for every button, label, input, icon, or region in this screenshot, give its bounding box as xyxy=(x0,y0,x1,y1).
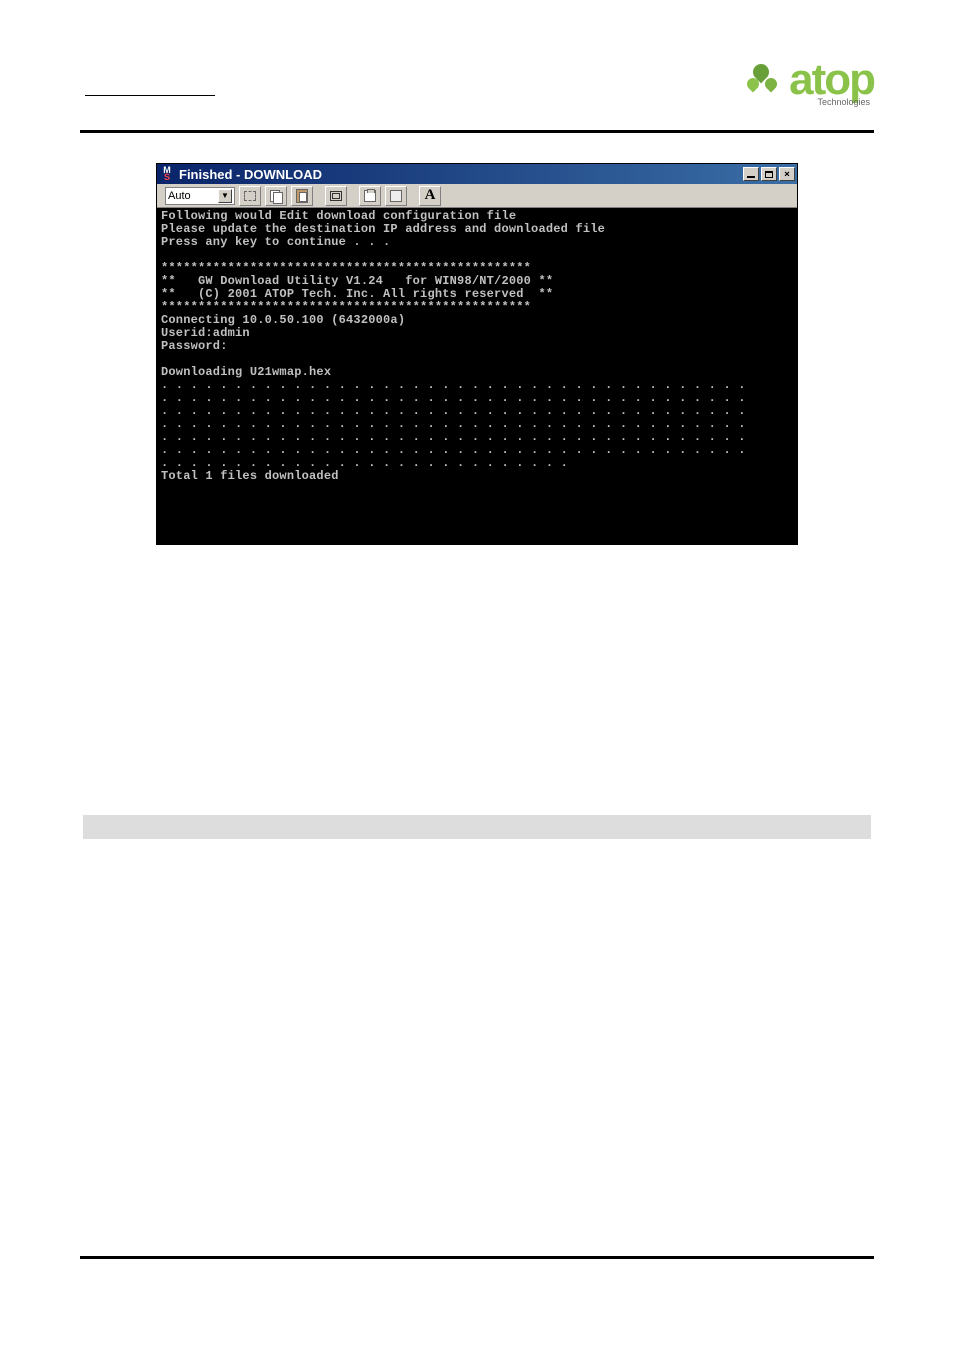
dropdown-icon: ▼ xyxy=(218,189,232,203)
page-header: atop Technologies xyxy=(0,0,954,130)
footer-divider xyxy=(80,1256,874,1259)
console-output: Following would Edit download configurat… xyxy=(157,208,797,544)
logo-icon xyxy=(745,60,785,100)
select-value: Auto xyxy=(168,190,191,202)
maximize-button[interactable] xyxy=(761,167,777,181)
background-button[interactable] xyxy=(385,186,407,206)
console-toolbar: Auto ▼ A xyxy=(157,184,797,208)
paste-button[interactable] xyxy=(291,186,313,206)
window-controls: × xyxy=(743,167,795,181)
font-size-select[interactable]: Auto ▼ xyxy=(165,187,235,205)
msdos-icon: M S xyxy=(159,166,175,182)
logo-subtext: Technologies xyxy=(817,97,870,107)
gray-divider-bar xyxy=(83,815,871,839)
window-titlebar[interactable]: M S Finished - DOWNLOAD × xyxy=(157,164,797,184)
window-title: Finished - DOWNLOAD xyxy=(179,167,743,182)
font-button[interactable]: A xyxy=(419,186,441,206)
copy-button[interactable] xyxy=(265,186,287,206)
header-divider xyxy=(80,130,874,133)
fullscreen-button[interactable] xyxy=(325,186,347,206)
minimize-button[interactable] xyxy=(743,167,759,181)
atop-logo: atop Technologies xyxy=(745,55,874,105)
properties-button[interactable] xyxy=(359,186,381,206)
mark-button[interactable] xyxy=(239,186,261,206)
console-window: M S Finished - DOWNLOAD × Auto ▼ A Follo… xyxy=(156,163,798,545)
header-underline xyxy=(85,95,215,96)
close-button[interactable]: × xyxy=(779,167,795,181)
